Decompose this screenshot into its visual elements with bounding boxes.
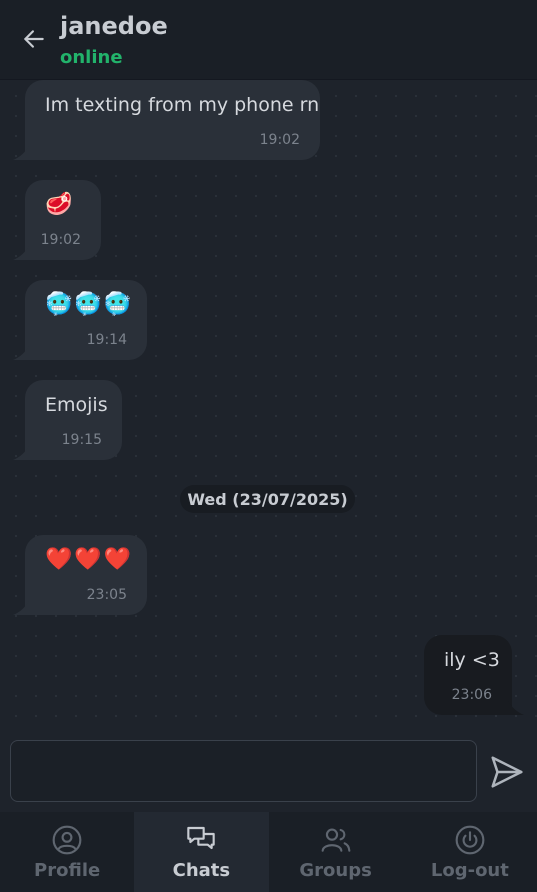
message-bubble-outgoing[interactable]: ily <3 23:06: [424, 635, 524, 715]
bubble-tail: [13, 146, 29, 160]
message-list[interactable]: Im texting from my phone rn 19:02 🥩 19:0…: [0, 80, 537, 730]
message-time: 19:14: [86, 332, 127, 348]
send-icon: [491, 756, 523, 788]
message-bubble[interactable]: ❤️❤️❤️ 23:05: [13, 535, 147, 615]
bubble-tail: [508, 701, 524, 715]
chat-header: janedoe online: [0, 0, 537, 80]
message-emoji: 🥩: [45, 192, 75, 217]
message-time: 19:15: [61, 432, 102, 448]
groups-icon: [321, 828, 351, 852]
message-text: ily <3: [444, 649, 500, 671]
nav-item-logout[interactable]: Log-out: [403, 812, 537, 892]
message-time: 19:02: [259, 132, 300, 148]
arrow-left-icon: [24, 30, 44, 48]
message-emoji: 🥶🥶🥶: [45, 292, 134, 317]
chats-icon: [187, 826, 216, 850]
bubble-tail: [13, 346, 29, 360]
message-time: 23:06: [451, 687, 492, 703]
nav-label: Log-out: [430, 860, 509, 881]
send-button[interactable]: [486, 752, 528, 792]
bubble-tail: [13, 446, 29, 460]
composer-bar: [0, 730, 537, 812]
nav-item-profile[interactable]: Profile: [0, 812, 134, 892]
nav-label: Groups: [299, 860, 372, 881]
contact-name: janedoe: [60, 12, 168, 40]
bubble-tail: [13, 601, 29, 615]
back-button[interactable]: [20, 25, 48, 53]
nav-item-groups[interactable]: Groups: [269, 812, 403, 892]
profile-icon: [52, 825, 82, 855]
nav-item-chats[interactable]: Chats: [134, 812, 269, 892]
message-bubble[interactable]: Emojis 19:15: [13, 380, 122, 460]
message-emoji: ❤️❤️❤️: [45, 547, 134, 572]
message-text: Emojis: [45, 394, 108, 416]
nav-label: Chats: [172, 860, 231, 881]
nav-label: Profile: [34, 860, 101, 881]
date-divider: Wed (23/07/2025): [180, 485, 355, 513]
message-bubble[interactable]: 🥩 19:02: [13, 180, 101, 260]
message-text: Im texting from my phone rn: [45, 94, 320, 116]
contact-status: online: [60, 47, 123, 68]
message-bubble[interactable]: Im texting from my phone rn 19:02: [13, 80, 320, 160]
message-bubble[interactable]: 🥶🥶🥶 19:14: [13, 280, 147, 360]
power-icon: [455, 825, 485, 855]
message-time: 19:02: [40, 232, 81, 248]
bubble-tail: [13, 246, 29, 260]
bottom-nav: Profile Chats Groups Log-out: [0, 812, 537, 892]
message-input[interactable]: [10, 740, 477, 802]
message-time: 23:05: [86, 587, 127, 603]
